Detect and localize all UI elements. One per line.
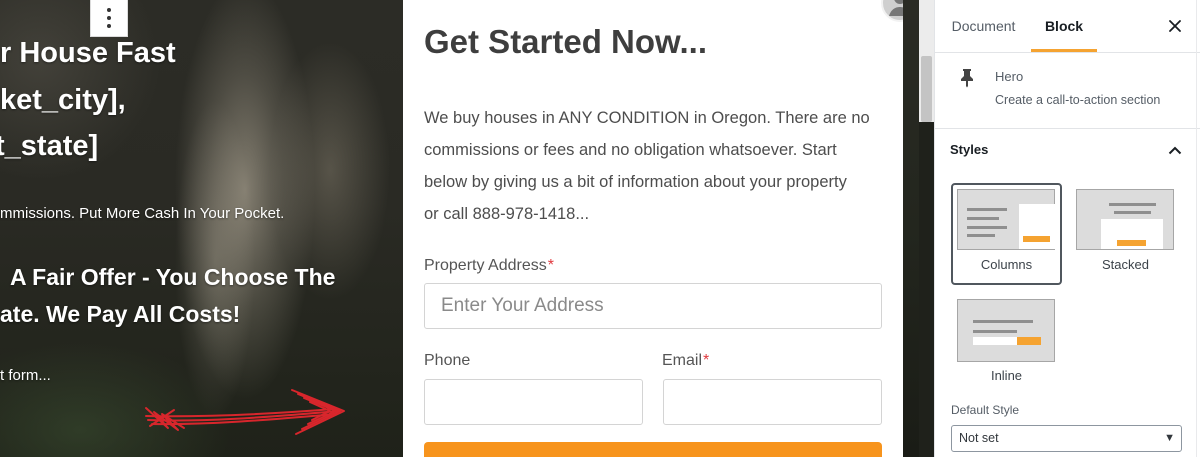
settings-sidebar: Document Block Hero Create a call-to-act… (934, 0, 1200, 457)
tab-active-indicator (1031, 49, 1097, 52)
hero-cta-text: t form... (0, 367, 51, 384)
scrollbar-thumb[interactable] (921, 56, 932, 122)
sidebar-edge (1196, 0, 1197, 457)
email-label: Email* (662, 349, 709, 373)
phone-input[interactable] (424, 379, 643, 425)
tab-document[interactable]: Document (935, 0, 1032, 52)
close-sidebar-button[interactable] (1161, 12, 1189, 40)
style-option-stacked[interactable]: Stacked (1070, 183, 1181, 285)
required-asterisk: * (703, 352, 710, 369)
style-option-label: Inline (990, 368, 1023, 383)
hero-headline-line: t_state] (0, 130, 99, 162)
intro-text-line: below by giving us a bit of information … (424, 173, 847, 191)
hero-headline-line: r House Fast (0, 37, 176, 69)
hero-subline: mmissions. Put More Cash In Your Pocket. (0, 205, 285, 222)
style-option-label: Columns (980, 257, 1033, 272)
property-address-input[interactable] (424, 283, 882, 329)
intro-text-line: commissions or fees and no obligation wh… (424, 141, 837, 159)
inline-preview-image (957, 299, 1055, 362)
more-vertical-icon (107, 7, 111, 28)
hero-section: r House Fast ket_city], t_state] mmissio… (0, 0, 403, 457)
editor-scrollbar[interactable] (919, 0, 934, 122)
columns-preview-image (957, 189, 1055, 250)
block-description: Create a call-to-action section (995, 93, 1161, 107)
default-style-value: Not set (959, 431, 999, 445)
tab-document-label: Document (951, 18, 1016, 34)
style-option-label: Stacked (1102, 257, 1149, 272)
default-style-select[interactable]: Not set ▼ (951, 425, 1182, 452)
chevron-up-icon (1168, 146, 1182, 155)
tab-block[interactable]: Block (1031, 0, 1097, 52)
sidebar-tabs: Document Block (935, 0, 1200, 53)
property-address-label-text: Property Address (424, 257, 547, 274)
intro-text-line: We buy houses in ANY CONDITION in Oregon… (424, 109, 870, 127)
hero-offer-line: ate. We Pay All Costs! (0, 301, 241, 327)
block-options-button[interactable] (90, 0, 128, 37)
required-asterisk: * (547, 257, 554, 274)
property-address-label: Property Address* (424, 254, 554, 278)
submit-button[interactable] (424, 442, 882, 457)
pin-icon (961, 69, 973, 88)
lead-form-panel: Get Started Now... We buy houses in ANY … (403, 0, 903, 457)
form-heading: Get Started Now... (424, 23, 707, 60)
red-arrow-annotation (145, 389, 345, 435)
phone-label: Phone (424, 352, 471, 369)
tab-block-label: Block (1044, 18, 1084, 34)
style-option-columns[interactable]: Columns (951, 183, 1062, 285)
stacked-preview-image (1076, 189, 1174, 250)
block-name: Hero (995, 69, 1024, 84)
email-label-text: Email (662, 352, 703, 369)
hero-background-edge (903, 0, 919, 457)
chevron-down-icon: ▼ (1164, 432, 1175, 444)
email-input[interactable] (663, 379, 882, 425)
hero-offer-line: A Fair Offer - You Choose The (10, 264, 336, 290)
intro-text-line: or call 888-978-1418... (424, 205, 590, 223)
default-style-label: Default Style (951, 403, 1020, 417)
hero-headline-line: ket_city], (0, 84, 126, 116)
styles-panel-toggle[interactable]: Styles (935, 129, 1200, 171)
style-option-inline[interactable]: Inline (951, 293, 1062, 395)
styles-title: Styles (950, 142, 989, 157)
close-icon (1169, 20, 1181, 32)
